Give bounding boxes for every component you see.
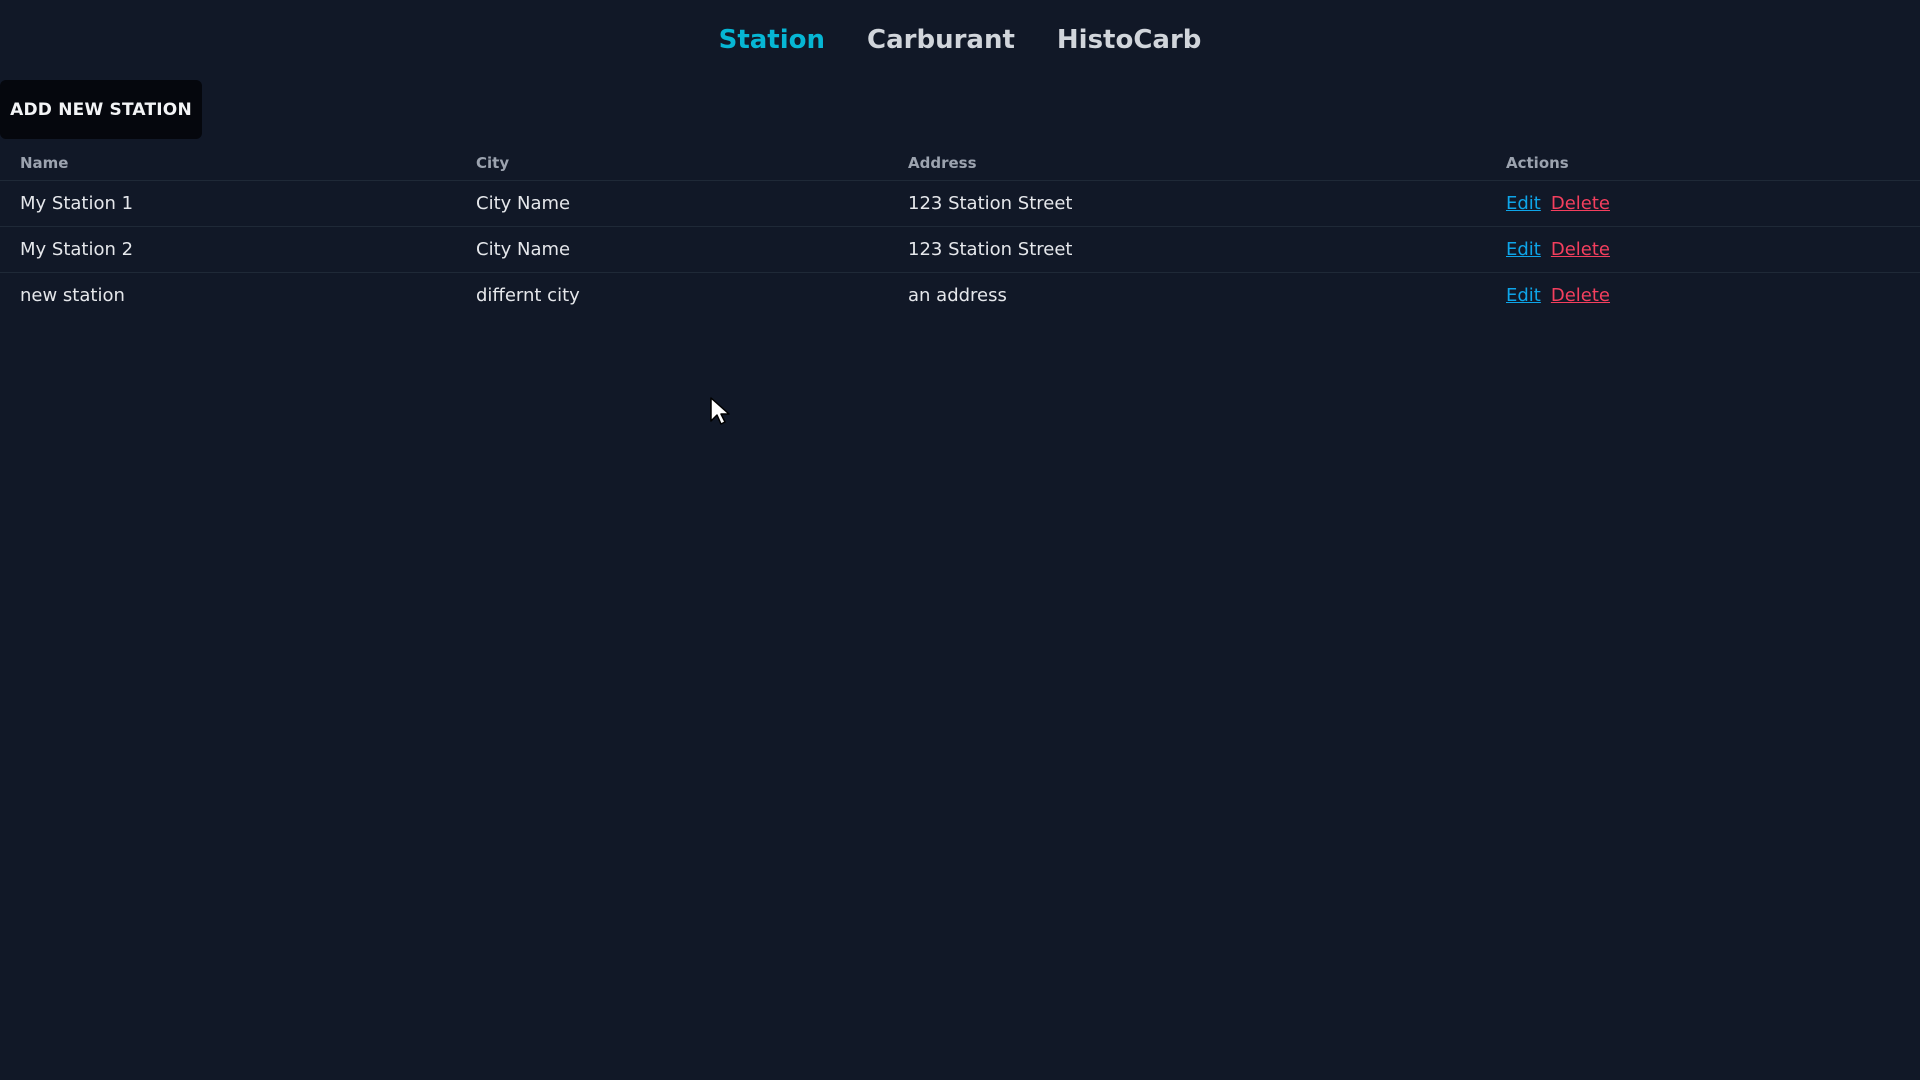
stations-table: Name City Address Actions My Station 1 C… (0, 145, 1920, 318)
column-header-actions: Actions (1486, 145, 1920, 181)
delete-link[interactable]: Delete (1551, 285, 1610, 306)
mouse-pointer-icon (710, 397, 730, 425)
cell-name: new station (20, 285, 125, 306)
cell-city: differnt city (476, 285, 580, 306)
cell-actions: Edit Delete (1486, 226, 1920, 273)
cell-address: 123 Station Street (888, 226, 1486, 273)
nav-histocarb[interactable]: HistoCarb (1057, 25, 1202, 55)
column-header-name: Name (0, 145, 456, 181)
cell-address: an address (908, 285, 1007, 306)
cell-city: City Name (456, 226, 888, 273)
cell-name: My Station 2 (0, 226, 456, 273)
cell-address: 123 Station Street (888, 180, 1486, 227)
top-navigation: Station Carburant HistoCarb (0, 0, 1920, 80)
cell-actions: Edit Delete (1486, 180, 1920, 227)
cell-actions: Edit Delete (1486, 273, 1920, 319)
delete-link[interactable]: Delete (1551, 193, 1610, 214)
add-new-station-button[interactable]: ADD NEW STATION (0, 80, 202, 139)
edit-link[interactable]: Edit (1506, 193, 1541, 214)
cell-city: City Name (456, 180, 888, 227)
column-header-city: City (456, 145, 888, 181)
table-row: new station differnt city an address Edi… (0, 273, 1920, 319)
table-row: My Station 2 City Name 123 Station Stree… (0, 226, 1920, 273)
edit-link[interactable]: Edit (1506, 285, 1541, 306)
cell-name: My Station 1 (0, 180, 456, 227)
table-row: My Station 1 City Name 123 Station Stree… (0, 180, 1920, 227)
nav-station[interactable]: Station (719, 25, 825, 55)
column-header-address: Address (888, 145, 1486, 181)
delete-link[interactable]: Delete (1551, 239, 1610, 260)
nav-carburant[interactable]: Carburant (867, 25, 1015, 55)
table-header-row: Name City Address Actions (0, 145, 1920, 181)
edit-link[interactable]: Edit (1506, 239, 1541, 260)
